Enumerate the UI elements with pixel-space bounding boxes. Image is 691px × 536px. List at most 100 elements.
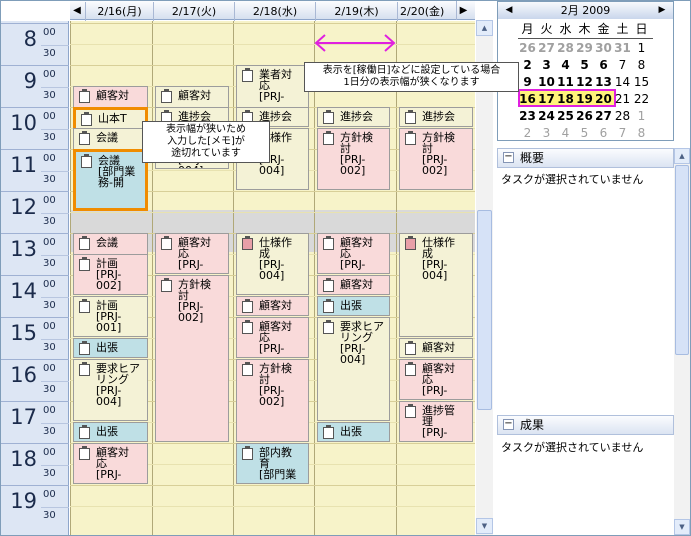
schedule-event[interactable]: 顧客対 応 [PRJ- bbox=[155, 233, 229, 274]
calendar-next-month-button[interactable]: ▶ bbox=[655, 2, 669, 19]
schedule-event[interactable]: 出張 bbox=[73, 338, 148, 358]
event-title: 部内教 育 [部門業 bbox=[259, 446, 297, 481]
vertical-scrollbar[interactable]: ▲ ▼ bbox=[476, 20, 493, 535]
day-header-mon[interactable]: 2/16(月) bbox=[85, 2, 153, 21]
schedule-event[interactable]: 方針検 討 [PRJ- 002] bbox=[155, 275, 229, 442]
event-title: 顧客対 bbox=[259, 299, 292, 312]
calendar-day[interactable]: 15 bbox=[632, 74, 651, 90]
calendar-day[interactable]: 5 bbox=[575, 125, 594, 141]
schedule-event[interactable]: 顧客対 bbox=[236, 296, 309, 316]
summary-panel-header[interactable]: − 概要 bbox=[497, 148, 674, 168]
hour-row: 17 00 30 bbox=[1, 401, 69, 443]
schedule-event[interactable]: 部内教 育 [部門業 bbox=[236, 443, 309, 484]
schedule-event[interactable]: 計画 [PRJ- 002] bbox=[73, 254, 148, 295]
minute-30-label: 30 bbox=[43, 90, 56, 101]
day-header-thu[interactable]: 2/19(木) bbox=[315, 2, 397, 21]
schedule-grid[interactable]: 顧客対 山本T 会議 会議 [部門業 務-開 会議 計画 [PRJ- 002] 計画 [PR… bbox=[70, 21, 475, 535]
calendar-day[interactable]: 2 bbox=[518, 125, 537, 141]
schedule-event[interactable]: 顧客対 応 [PRJ- bbox=[317, 233, 390, 274]
schedule-event[interactable]: 顧客対 応 [PRJ- bbox=[236, 317, 309, 358]
calendar-day[interactable]: 4 bbox=[556, 57, 575, 73]
calendar-day[interactable]: 16 bbox=[518, 91, 537, 107]
event-title: 進捗会 bbox=[340, 110, 373, 123]
calendar-day[interactable]: 1 bbox=[632, 108, 651, 124]
schedule-event[interactable]: 出張 bbox=[317, 296, 390, 316]
day-header-wed[interactable]: 2/18(水) bbox=[234, 2, 315, 21]
schedule-event[interactable]: 計画 [PRJ- 001] bbox=[73, 296, 148, 337]
calendar-day[interactable]: 2 bbox=[518, 57, 537, 73]
schedule-event[interactable]: 進捗管 理 [PRJ- bbox=[399, 401, 473, 442]
calendar-day[interactable]: 7 bbox=[613, 125, 632, 141]
calendar-day[interactable]: 19 bbox=[575, 91, 594, 107]
memo-icon bbox=[79, 341, 90, 355]
calendar-day[interactable]: 31 bbox=[613, 40, 632, 56]
calendar-day[interactable]: 26 bbox=[518, 40, 537, 56]
calendar-day[interactable]: 21 bbox=[613, 91, 632, 107]
calendar-day[interactable]: 3 bbox=[537, 57, 556, 73]
schedule-event[interactable]: 仕様作 成 [PRJ- 004] bbox=[236, 233, 309, 295]
calendar-day[interactable]: 18 bbox=[556, 91, 575, 107]
scroll-up-arrow-icon[interactable]: ▲ bbox=[674, 148, 690, 164]
calendar-day[interactable]: 27 bbox=[594, 108, 613, 124]
calendar-day[interactable]: 26 bbox=[575, 108, 594, 124]
calendar-day[interactable]: 24 bbox=[537, 108, 556, 124]
event-title: 会議 bbox=[96, 236, 118, 249]
scroll-down-arrow-icon[interactable]: ▼ bbox=[674, 519, 690, 535]
day-header-tue[interactable]: 2/17(火) bbox=[153, 2, 234, 21]
scroll-down-arrow-icon[interactable]: ▼ bbox=[476, 518, 493, 534]
calendar-day[interactable]: 23 bbox=[518, 108, 537, 124]
calendar-day[interactable]: 9 bbox=[518, 74, 537, 90]
schedule-event[interactable]: 方針検 討 [PRJ- 002] bbox=[399, 128, 473, 190]
calendar-day[interactable]: 4 bbox=[556, 125, 575, 141]
event-title: 方針検 討 [PRJ- 002] bbox=[259, 362, 292, 408]
schedule-event[interactable]: 要求ヒア リング [PRJ- 004] bbox=[317, 317, 390, 421]
scroll-up-arrow-icon[interactable]: ▲ bbox=[476, 20, 493, 36]
prev-day-button[interactable]: ◀ bbox=[70, 1, 84, 20]
calendar-day[interactable]: 3 bbox=[537, 125, 556, 141]
scroll-thumb[interactable] bbox=[477, 210, 492, 410]
schedule-event[interactable]: 要求ヒア リング [PRJ- 004] bbox=[73, 359, 148, 421]
schedule-event[interactable]: 顧客対 応 [PRJ- bbox=[399, 359, 473, 400]
calendar-day[interactable]: 13 bbox=[594, 74, 613, 90]
collapse-toggle-icon[interactable]: − bbox=[503, 152, 514, 163]
schedule-event[interactable]: 出張 bbox=[317, 422, 390, 442]
scroll-thumb[interactable] bbox=[675, 165, 689, 355]
calendar-day[interactable]: 7 bbox=[613, 57, 632, 73]
schedule-event[interactable]: 進捗会 bbox=[317, 107, 390, 127]
schedule-event[interactable]: 方針検 討 [PRJ- 002] bbox=[317, 128, 390, 190]
calendar-day[interactable]: 6 bbox=[594, 57, 613, 73]
schedule-event[interactable]: 進捗会 bbox=[399, 107, 473, 127]
calendar-day[interactable]: 8 bbox=[632, 57, 651, 73]
schedule-event[interactable]: 顧客対 応 [PRJ- bbox=[73, 443, 148, 484]
schedule-event[interactable]: 顧客対 bbox=[399, 338, 473, 358]
calendar-day[interactable]: 20 bbox=[594, 91, 613, 107]
calendar-day[interactable]: 14 bbox=[613, 74, 632, 90]
schedule-event[interactable]: 会議 [部門業 務-開 bbox=[73, 149, 148, 211]
result-panel-header[interactable]: − 成果 bbox=[497, 415, 674, 435]
calendar-day[interactable]: 12 bbox=[575, 74, 594, 90]
calendar-day[interactable]: 6 bbox=[594, 125, 613, 141]
calendar-day[interactable]: 25 bbox=[556, 108, 575, 124]
calendar-day[interactable]: 8 bbox=[632, 125, 651, 141]
calendar-day[interactable]: 17 bbox=[537, 91, 556, 107]
day-header-fri[interactable]: 2/20(金) bbox=[397, 2, 455, 21]
panel-scrollbar[interactable]: ▲ ▼ bbox=[674, 148, 690, 535]
schedule-event[interactable]: 顧客対 bbox=[317, 275, 390, 295]
calendar-day[interactable]: 30 bbox=[594, 40, 613, 56]
schedule-event[interactable]: 仕様作 成 [PRJ- 004] bbox=[399, 233, 473, 337]
next-day-button[interactable]: ▶ bbox=[456, 1, 470, 20]
calendar-day[interactable]: 1 bbox=[632, 40, 651, 56]
calendar-day[interactable]: 28 bbox=[556, 40, 575, 56]
calendar-day[interactable]: 22 bbox=[632, 91, 651, 107]
calendar-day[interactable]: 11 bbox=[556, 74, 575, 90]
calendar-day[interactable]: 28 bbox=[613, 108, 632, 124]
calendar-day[interactable]: 29 bbox=[575, 40, 594, 56]
calendar-day[interactable]: 27 bbox=[537, 40, 556, 56]
hour-label: 18 bbox=[10, 447, 37, 471]
schedule-event[interactable]: 出張 bbox=[73, 422, 148, 442]
calendar-day[interactable]: 5 bbox=[575, 57, 594, 73]
schedule-event[interactable]: 方針検 討 [PRJ- 002] bbox=[236, 359, 309, 442]
calendar-day[interactable]: 10 bbox=[537, 74, 556, 90]
calendar-prev-month-button[interactable]: ◀ bbox=[502, 2, 516, 19]
collapse-toggle-icon[interactable]: − bbox=[503, 419, 514, 430]
